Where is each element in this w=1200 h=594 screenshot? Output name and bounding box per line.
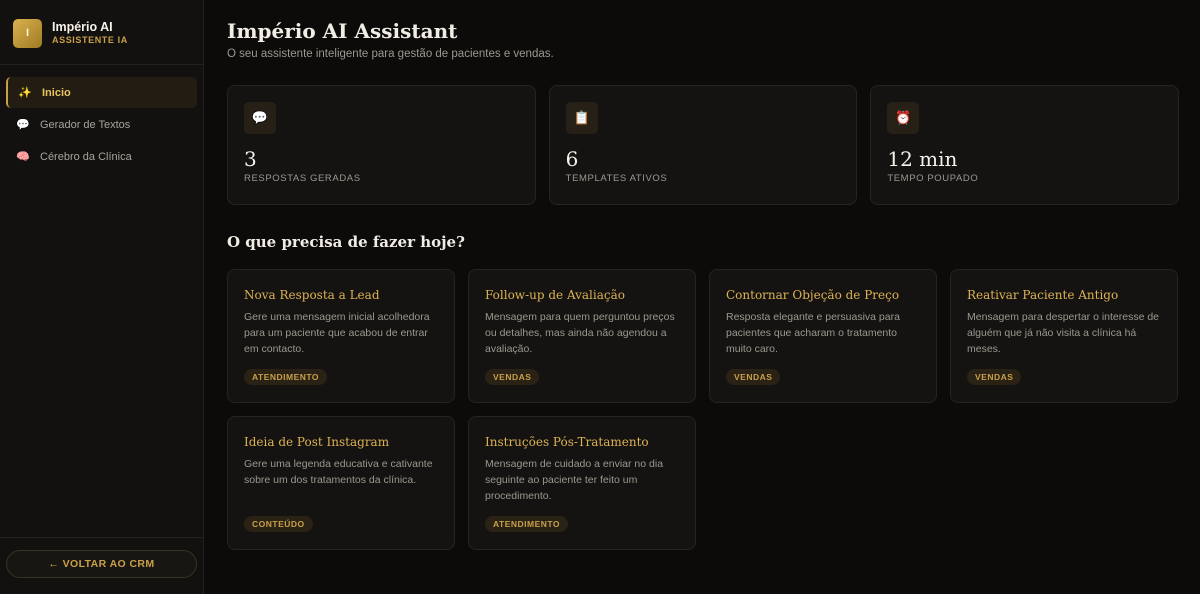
sidebar-item-label: Gerador de Textos — [40, 118, 131, 131]
task-card-pos-tratamento[interactable]: Instruções Pós-Tratamento Mensagem de cu… — [468, 416, 696, 550]
clipboard-icon: 📋 — [565, 102, 598, 134]
card-description: Mensagem para despertar o interesse de a… — [967, 311, 1160, 355]
sidebar-item-inicio[interactable]: ✨ Inicio — [6, 77, 197, 108]
task-card-follow-up[interactable]: Follow-up de Avaliação Mensagem para que… — [468, 269, 696, 403]
category-tag: ATENDIMENTO — [244, 369, 328, 385]
alarm-clock-icon: ⏰ — [887, 102, 920, 134]
card-title: Nova Resposta a Lead — [244, 288, 380, 302]
card-description: Gere uma mensagem inicial acolhedora par… — [244, 311, 430, 355]
page-subtitle: O seu assistente inteligente para gestão… — [227, 48, 554, 60]
stat-label: TEMPO POUPADO — [887, 173, 979, 184]
category-tag: VENDAS — [967, 369, 1022, 385]
category-tag: CONTEÚDO — [244, 516, 313, 532]
card-description: Mensagem para quem perguntou preços ou d… — [485, 311, 675, 355]
card-title: Reativar Paciente Antigo — [967, 288, 1119, 302]
stat-card-tempo: ⏰ 12 min TEMPO POUPADO — [870, 85, 1180, 205]
category-tag: VENDAS — [726, 369, 781, 385]
sidebar: I Império AI ASSISTENTE IA ✨ Inicio 💬 Ge… — [0, 0, 204, 594]
sidebar-item-label: Cérebro da Clínica — [40, 150, 132, 163]
stat-card-templates: 📋 6 TEMPLATES ATIVOS — [548, 85, 858, 205]
back-to-crm-button[interactable]: ← VOLTAR AO CRM — [6, 550, 197, 578]
category-tag: VENDAS — [485, 369, 540, 385]
task-cards: Nova Resposta a Lead Gere uma mensagem i… — [227, 269, 1179, 550]
card-description: Mensagem de cuidado a enviar no dia segu… — [485, 458, 664, 502]
card-title: Ideia de Post Instagram — [244, 435, 390, 449]
task-card-objecao-preco[interactable]: Contornar Objeção de Preço Resposta eleg… — [709, 269, 937, 403]
speech-bubble-icon: 💬 — [16, 119, 30, 131]
sidebar-footer: ← VOLTAR AO CRM — [0, 537, 203, 594]
stat-value: 3 — [244, 147, 257, 171]
stat-card-respostas: 💬 3 RESPOSTAS GERADAS — [227, 85, 536, 205]
brand-text: Império AI ASSISTENTE IA — [52, 20, 128, 46]
sidebar-item-gerador-de-textos[interactable]: 💬 Gerador de Textos — [6, 109, 197, 140]
card-title: Instruções Pós-Tratamento — [485, 435, 649, 449]
sidebar-nav: ✨ Inicio 💬 Gerador de Textos 🧠 Cérebro d… — [0, 65, 203, 185]
main-content: Império AI Assistant O seu assistente in… — [227, 0, 1180, 550]
brain-icon: 🧠 — [16, 151, 30, 163]
brand-logo: I — [13, 18, 42, 48]
stat-value: 12 min — [887, 147, 958, 171]
stat-value: 6 — [565, 147, 579, 171]
stats-row: 💬 3 RESPOSTAS GERADAS 📋 6 TEMPLATES ATIV… — [227, 85, 1180, 205]
brand-subtitle: ASSISTENTE IA — [52, 35, 128, 45]
sidebar-item-cerebro-da-clinica[interactable]: 🧠 Cérebro da Clínica — [6, 141, 197, 172]
task-card-nova-resposta[interactable]: Nova Resposta a Lead Gere uma mensagem i… — [227, 269, 455, 403]
task-card-post-instagram[interactable]: Ideia de Post Instagram Gere uma legenda… — [227, 416, 455, 550]
sidebar-item-label: Inicio — [42, 86, 71, 99]
speech-bubble-icon: 💬 — [244, 102, 276, 134]
card-description: Resposta elegante e persuasiva para paci… — [726, 311, 900, 355]
card-title: Follow-up de Avaliação — [485, 288, 625, 302]
stat-label: TEMPLATES ATIVOS — [565, 173, 668, 184]
card-title: Contornar Objeção de Preço — [726, 288, 900, 302]
brand: I Império AI ASSISTENTE IA — [0, 0, 203, 65]
category-tag: ATENDIMENTO — [485, 516, 569, 532]
page-title: Império AI Assistant — [227, 19, 458, 43]
stat-label: RESPOSTAS GERADAS — [244, 173, 361, 184]
sparkles-icon: ✨ — [18, 87, 32, 99]
task-card-reativar-paciente[interactable]: Reativar Paciente Antigo Mensagem para d… — [950, 269, 1178, 403]
card-description: Gere uma legenda educativa e cativante s… — [244, 458, 433, 486]
section-title: O que precisa de fazer hoje? — [227, 233, 465, 251]
brand-name: Império AI — [52, 20, 113, 34]
